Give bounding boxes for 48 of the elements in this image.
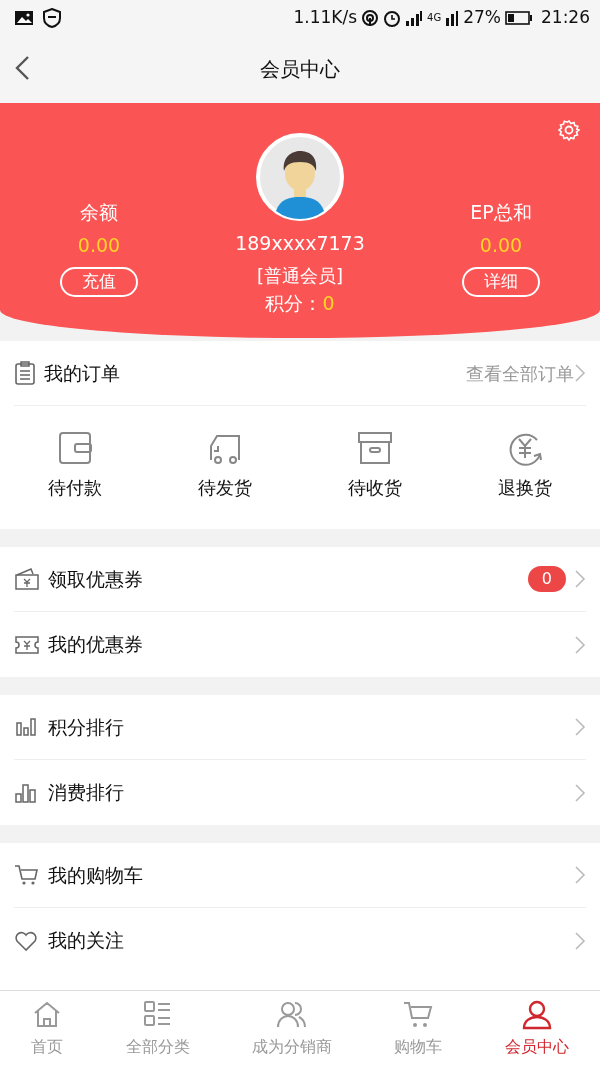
clock: 21:26 bbox=[541, 5, 590, 29]
settings-icon[interactable] bbox=[558, 119, 580, 141]
hotspot-icon bbox=[361, 8, 380, 27]
clipboard-icon bbox=[14, 361, 36, 385]
points-value: 0 bbox=[322, 290, 335, 316]
menu-item-link[interactable]: 我的购物车 bbox=[48, 860, 143, 890]
points-label: 积分： bbox=[265, 290, 323, 316]
menu-item-link[interactable]: 我的优惠券 bbox=[48, 630, 143, 659]
chevron-right-icon bbox=[574, 569, 586, 589]
member-level: [普通会员] bbox=[256, 263, 343, 288]
chevron-right-icon bbox=[574, 782, 586, 803]
page-title: 会员中心 bbox=[260, 56, 340, 83]
coupon-icon bbox=[14, 567, 40, 591]
network-speed: 1.11K/s bbox=[293, 5, 358, 29]
menu-item-link[interactable]: 积分排行 bbox=[48, 712, 124, 742]
menu-item-link[interactable]: 领取优惠券 bbox=[48, 564, 143, 594]
network-type: 4G bbox=[427, 11, 442, 25]
wallet-icon[interactable] bbox=[57, 430, 93, 466]
stat-value: 0.00 bbox=[479, 232, 523, 258]
signal-icon bbox=[405, 9, 424, 26]
signal-icon bbox=[445, 9, 460, 26]
cart-icon bbox=[14, 863, 40, 887]
battery-level: 27% bbox=[463, 5, 501, 29]
alarm-icon bbox=[383, 8, 402, 27]
order-status-link[interactable]: 待收货 bbox=[348, 474, 402, 501]
stat-label: 余额 bbox=[80, 200, 118, 225]
stat-label: EP总和 bbox=[470, 200, 532, 225]
image-icon bbox=[14, 9, 34, 26]
chevron-right-icon bbox=[574, 930, 586, 951]
section-title: 我的订单 bbox=[44, 360, 120, 386]
battery-icon bbox=[505, 10, 533, 25]
chevron-right-icon bbox=[574, 363, 586, 383]
box-icon[interactable] bbox=[357, 430, 393, 466]
chevron-right-icon bbox=[574, 717, 586, 737]
chevron-right-icon bbox=[574, 634, 586, 655]
back-icon[interactable] bbox=[14, 55, 30, 81]
user-icon[interactable] bbox=[520, 999, 553, 1031]
order-status-link[interactable]: 待付款 bbox=[48, 474, 102, 501]
phone-number: 189xxxx7173 bbox=[235, 231, 365, 256]
menu-item-link[interactable]: 消费排行 bbox=[48, 778, 124, 807]
menu-item-link[interactable]: 我的关注 bbox=[48, 926, 124, 955]
order-status-link[interactable]: 待发货 bbox=[198, 474, 252, 501]
count-badge: 0 bbox=[527, 566, 566, 592]
chevron-right-icon bbox=[574, 865, 586, 885]
shield-icon bbox=[42, 7, 62, 28]
tab[interactable]: 会员中心 bbox=[504, 1035, 569, 1059]
order-status-link[interactable]: 退换货 bbox=[498, 474, 552, 501]
stat-value: 0.00 bbox=[77, 232, 121, 258]
